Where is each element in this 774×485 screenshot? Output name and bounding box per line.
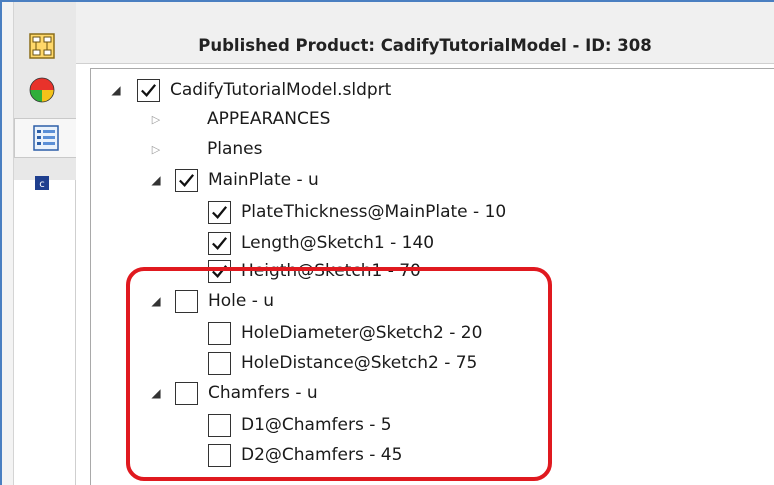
tree-label-hole: Hole - u (208, 291, 275, 311)
tree-label-heigth: Heigth@Sketch1 - 70 (241, 261, 421, 281)
tree-layout-icon (29, 33, 55, 59)
checkmark-icon (212, 205, 228, 219)
root-checkbox[interactable] (137, 78, 160, 102)
tree-node-hole: ◢ Hole - u (149, 286, 274, 316)
tree-label-d2: D2@Chamfers - 45 (241, 445, 403, 465)
svg-text:c: c (39, 179, 45, 190)
tree-layout-button[interactable] (20, 26, 64, 66)
tree-node-mainplate: ◢ MainPlate - u (149, 165, 319, 195)
checkmark-icon (141, 83, 157, 97)
tree-label-holedistance: HoleDistance@Sketch2 - 75 (241, 353, 478, 373)
expanded-arrow-icon[interactable]: ◢ (109, 83, 123, 97)
length-checkbox[interactable] (208, 231, 231, 255)
tree-label-appearances: APPEARANCES (207, 109, 331, 129)
tree-node-d1: D1@Chamfers - 5 (208, 410, 392, 440)
cadify-button[interactable]: c (20, 163, 64, 203)
hole-checkbox[interactable] (175, 289, 198, 313)
collapsed-arrow-icon[interactable]: ▷ (149, 112, 163, 126)
appearance-ball-icon (29, 77, 55, 103)
mainplate-checkbox[interactable] (175, 168, 198, 192)
tree-node-root: ◢ CadifyTutorialModel.sldprt (109, 75, 391, 105)
tree-label-length: Length@Sketch1 - 140 (241, 233, 435, 253)
platethickness-checkbox[interactable] (208, 200, 231, 224)
header-bar: Published Product: CadifyTutorialModel -… (76, 2, 774, 64)
tree-node-heigth: Heigth@Sketch1 - 70 (208, 256, 421, 286)
collapsed-arrow-icon[interactable]: ▷ (149, 142, 163, 156)
tree-label-root: CadifyTutorialModel.sldprt (170, 80, 392, 100)
tree-node-platethickness: PlateThickness@MainPlate - 10 (208, 197, 506, 227)
tree-label-mainplate: MainPlate - u (208, 170, 319, 190)
holedistance-checkbox[interactable] (208, 351, 231, 375)
tree-label-d1: D1@Chamfers - 5 (241, 415, 392, 435)
d2-checkbox[interactable] (208, 443, 231, 467)
appearance-button[interactable] (20, 70, 64, 110)
tree-node-appearances: ▷ APPEARANCES (149, 104, 331, 134)
expanded-arrow-icon[interactable]: ◢ (149, 173, 163, 187)
cadify-logo-icon: c (35, 176, 49, 190)
tree-node-holediameter: HoleDiameter@Sketch2 - 20 (208, 318, 482, 348)
tree-label-platethickness: PlateThickness@MainPlate - 10 (241, 202, 507, 222)
properties-button[interactable] (14, 118, 76, 158)
side-strip (2, 2, 14, 485)
chamfers-checkbox[interactable] (175, 381, 198, 405)
main-panel: Published Product: CadifyTutorialModel -… (76, 2, 774, 485)
d1-checkbox[interactable] (208, 413, 231, 437)
tree-node-planes: ▷ Planes (149, 134, 263, 164)
tree-node-length: Length@Sketch1 - 140 (208, 228, 434, 258)
properties-list-icon (32, 125, 59, 151)
checkmark-icon (179, 173, 195, 187)
tree-node-holedistance: HoleDistance@Sketch2 - 75 (208, 348, 477, 378)
tree-node-d2: D2@Chamfers - 45 (208, 440, 402, 470)
expanded-arrow-icon[interactable]: ◢ (149, 294, 163, 308)
tree-label-planes: Planes (207, 139, 263, 159)
checkmark-icon (212, 264, 228, 278)
tree-node-chamfers: ◢ Chamfers - u (149, 378, 318, 408)
page-title: Published Product: CadifyTutorialModel -… (198, 36, 652, 55)
tree-label-holediameter: HoleDiameter@Sketch2 - 20 (241, 323, 483, 343)
left-toolbar-panel (14, 180, 76, 485)
expanded-arrow-icon[interactable]: ◢ (149, 386, 163, 400)
checkmark-icon (212, 236, 228, 250)
tree-label-chamfers: Chamfers - u (208, 383, 318, 403)
feature-tree: ◢ CadifyTutorialModel.sldprt ▷ APPEARANC… (90, 68, 774, 485)
holediameter-checkbox[interactable] (208, 321, 231, 345)
heigth-checkbox[interactable] (208, 259, 231, 283)
